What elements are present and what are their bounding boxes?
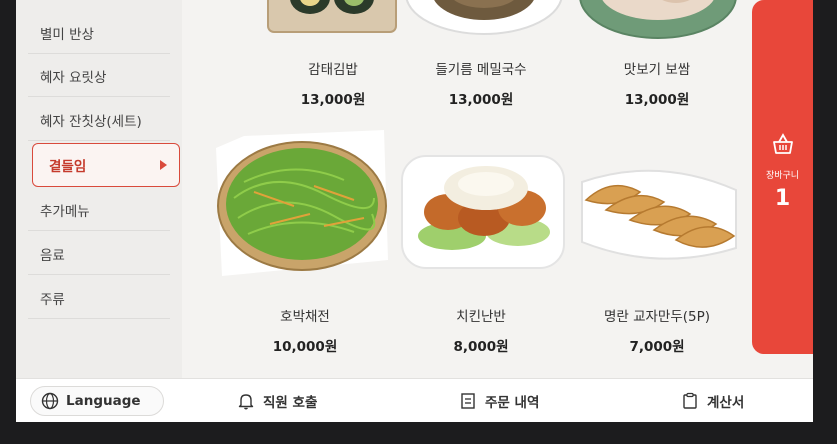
cart-count: 1 — [774, 186, 791, 211]
category-item-alcohol[interactable]: 주류 — [28, 277, 170, 319]
clipboard-icon — [683, 392, 697, 409]
category-item-gyeotdeurim[interactable]: 곁들임 — [32, 143, 180, 187]
language-button[interactable]: Language — [30, 386, 164, 416]
item-name: 치킨난반 — [456, 309, 506, 325]
call-staff-label: 직원 호출 — [263, 395, 318, 411]
kiosk-screen: 별미 반상 혜자 요릿상 혜자 잔칫상(세트) 곁들임 추가메뉴 음료 주류 감… — [16, 0, 813, 422]
dish-image — [214, 128, 390, 278]
category-item-extra-menu[interactable]: 추가메뉴 — [28, 189, 170, 231]
item-price: 8,000원 — [453, 339, 509, 355]
category-label: 추가메뉴 — [40, 203, 90, 220]
item-price: 13,000원 — [624, 92, 690, 108]
order-history-label: 주문 내역 — [485, 395, 540, 411]
dish-image — [578, 162, 740, 266]
call-staff-button[interactable]: 직원 호출 — [238, 379, 317, 422]
category-item-hyeja-yoritsang[interactable]: 혜자 요릿상 — [28, 55, 170, 97]
dish-image — [404, 0, 564, 36]
language-label: Language — [66, 393, 141, 409]
category-label: 주류 — [40, 291, 65, 308]
menu-grid: 감태김밥 13,000원 들기름 메밀국수 13,000원 맛보기 보쌈 13,… — [182, 0, 752, 378]
item-name: 맛보기 보쌈 — [623, 62, 691, 78]
bill-label: 계산서 — [707, 395, 745, 411]
order-history-button[interactable]: 주문 내역 — [460, 379, 539, 422]
dish-image — [262, 0, 402, 40]
item-name: 명란 교자만두(5P) — [603, 309, 711, 325]
category-label: 곁들임 — [49, 159, 87, 175]
item-name: 호박채전 — [280, 309, 330, 325]
item-price: 10,000원 — [272, 339, 338, 355]
globe-icon — [41, 392, 59, 410]
item-price: 13,000원 — [448, 92, 514, 108]
item-price: 7,000원 — [629, 339, 685, 355]
dish-image — [578, 0, 738, 40]
dish-image — [400, 152, 566, 272]
item-price: 13,000원 — [300, 92, 366, 108]
category-label: 음료 — [40, 247, 65, 264]
category-item-hyeja-janchitsang-set[interactable]: 혜자 잔칫상(세트) — [28, 99, 170, 141]
bill-button[interactable]: 계산서 — [682, 379, 744, 422]
category-label: 혜자 잔칫상(세트) — [40, 113, 142, 130]
category-item-drinks[interactable]: 음료 — [28, 233, 170, 275]
category-label: 혜자 요릿상 — [40, 69, 107, 86]
bottom-bar: Language 직원 호출 주문 내역 계산서 — [16, 378, 813, 422]
item-name: 감태김밥 — [308, 62, 358, 78]
basket-icon — [773, 133, 793, 154]
bell-icon — [238, 394, 254, 410]
category-item-byeolmi-bansang[interactable]: 별미 반상 — [28, 12, 170, 54]
chevron-right-icon — [160, 160, 167, 170]
cart-button[interactable]: 장바구니 1 — [752, 0, 813, 354]
item-name: 들기름 메밀국수 — [435, 62, 527, 78]
category-sidebar: 별미 반상 혜자 요릿상 혜자 잔칫상(세트) 곁들임 추가메뉴 음료 주류 — [16, 0, 182, 378]
receipt-list-icon — [461, 393, 475, 409]
cart-label: 장바구니 — [765, 171, 800, 181]
category-label: 별미 반상 — [40, 26, 94, 43]
